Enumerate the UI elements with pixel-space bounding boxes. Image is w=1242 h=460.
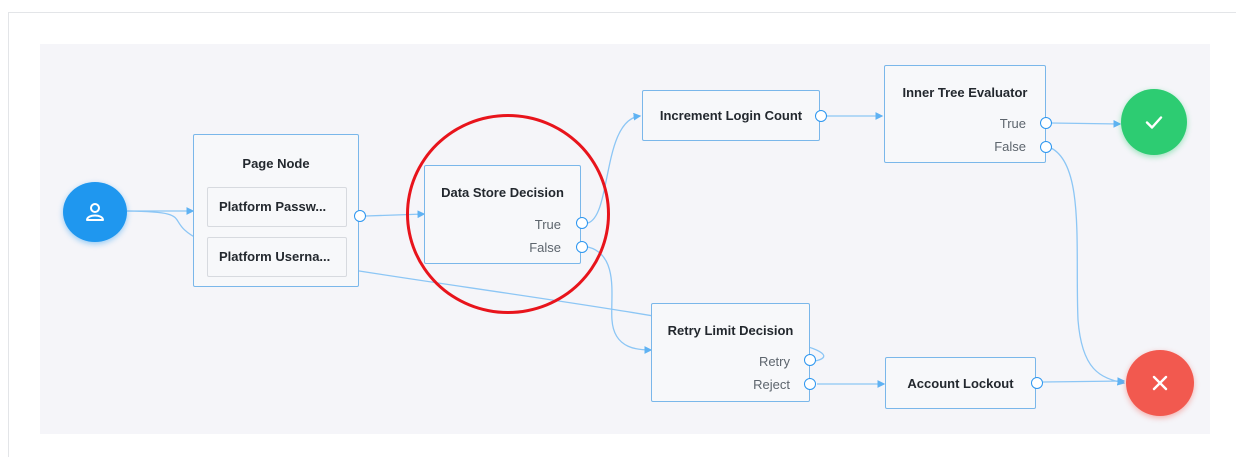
- retry-limit-decision-title: Retry Limit Decision: [667, 323, 794, 338]
- inner-tree-outcome-false: False: [994, 139, 1026, 154]
- inner-tree-true-port[interactable]: [1040, 117, 1052, 129]
- x-icon: [1152, 375, 1168, 391]
- page-node[interactable]: Page Node Platform Passw... Platform Use…: [193, 134, 359, 287]
- inner-tree-outcome-true: True: [999, 116, 1026, 131]
- account-lockout-title: Account Lockout: [907, 376, 1014, 391]
- retry-limit-outcome-reject: Reject: [753, 377, 790, 392]
- increment-login-count-title: Increment Login Count: [659, 108, 803, 123]
- page-node-output-port[interactable]: [354, 210, 366, 222]
- page-node-child-password[interactable]: Platform Passw...: [207, 187, 347, 227]
- retry-limit-retry-port[interactable]: [804, 354, 816, 366]
- account-lockout-output-port[interactable]: [1031, 377, 1043, 389]
- highlight-circle-annotation: [406, 114, 610, 314]
- account-lockout-node[interactable]: Account Lockout: [885, 357, 1036, 409]
- inner-tree-evaluator-node[interactable]: Inner Tree Evaluator True False: [884, 65, 1046, 163]
- failure-node[interactable]: [1126, 350, 1194, 416]
- page-node-title: Page Node: [242, 156, 310, 171]
- inner-tree-false-port[interactable]: [1040, 141, 1052, 153]
- increment-login-count-output-port[interactable]: [815, 110, 827, 122]
- success-node[interactable]: [1121, 89, 1187, 155]
- retry-limit-outcome-retry: Retry: [758, 354, 790, 369]
- retry-limit-reject-port[interactable]: [804, 378, 816, 390]
- start-node[interactable]: [63, 182, 127, 242]
- checkmark-icon: [1145, 116, 1163, 129]
- inner-tree-evaluator-title: Inner Tree Evaluator: [902, 85, 1028, 100]
- page-node-child-username[interactable]: Platform Userna...: [207, 237, 347, 277]
- retry-limit-decision-node[interactable]: Retry Limit Decision Retry Reject: [651, 303, 810, 402]
- increment-login-count-node[interactable]: Increment Login Count: [642, 90, 820, 141]
- user-icon: [86, 203, 104, 221]
